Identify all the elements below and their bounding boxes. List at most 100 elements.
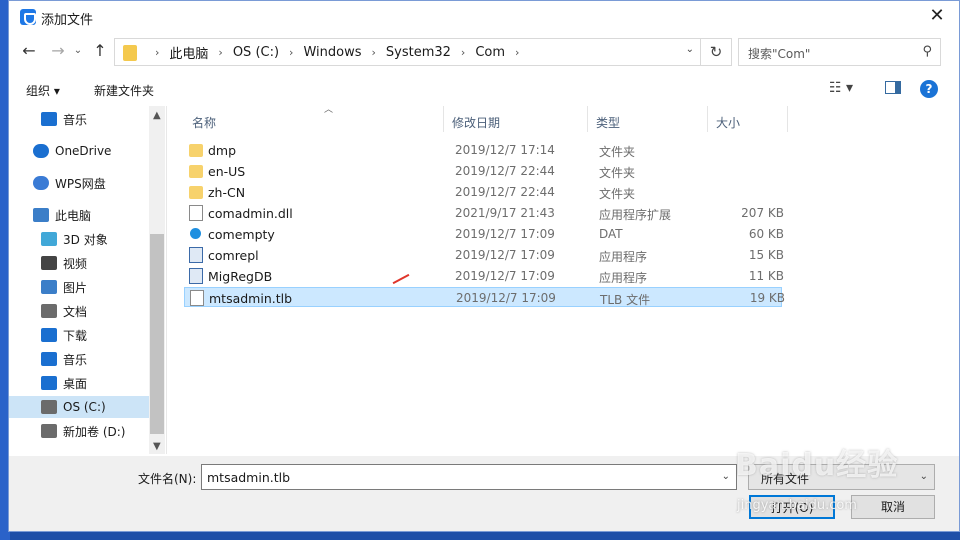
file-type: 应用程序 bbox=[599, 271, 648, 285]
file-type: TLB 文件 bbox=[600, 293, 651, 307]
file-row[interactable]: dmp 2019/12/7 17:14 文件夹 bbox=[184, 140, 782, 160]
back-arrow-icon[interactable]: ← bbox=[18, 40, 40, 62]
sidebar-item[interactable]: WPS网盘 bbox=[9, 172, 149, 194]
title-bar: 添加文件 ✕ bbox=[9, 1, 959, 33]
file-date: 2019/12/7 17:09 bbox=[456, 291, 556, 305]
navigation-pane: ▲ ▼ 音乐 OneDrive WPS网盘 此电脑 3D 对象 视频 图片 文档 下载 音乐 桌面 O… bbox=[9, 106, 165, 454]
address-bar[interactable]: › 此电脑 › OS (C:) › Windows › System32 › Com › ⌄ bbox=[114, 38, 701, 66]
application-icon bbox=[189, 268, 203, 284]
column-header-size[interactable]: 大小 bbox=[708, 106, 788, 132]
column-header-type[interactable]: 类型 bbox=[588, 106, 708, 132]
breadcrumb-separator-icon[interactable]: › bbox=[155, 46, 159, 59]
column-date-label: 修改日期 bbox=[452, 116, 501, 130]
column-name-label: 名称 bbox=[192, 116, 217, 130]
file-row[interactable]: comempty 2019/12/7 17:09 DAT 60 KB bbox=[184, 224, 784, 244]
file-size: 207 KB bbox=[741, 206, 784, 220]
sidebar-item-label: 新加卷 (D:) bbox=[63, 424, 126, 439]
filename-value: mtsadmin.tlb bbox=[207, 470, 291, 485]
filename-dropdown-icon[interactable]: ⌄ bbox=[722, 471, 730, 482]
breadcrumb-separator-icon[interactable]: › bbox=[515, 46, 519, 59]
breadcrumb-separator-icon[interactable]: › bbox=[371, 46, 375, 59]
sidebar-item[interactable]: 文档 bbox=[9, 300, 149, 322]
file-size: 60 KB bbox=[748, 227, 784, 241]
file-type: 应用程序扩展 bbox=[599, 208, 672, 222]
organize-menu[interactable]: 组织 ▾ bbox=[26, 82, 60, 99]
scroll-up-icon[interactable]: ▲ bbox=[153, 110, 161, 121]
scroll-thumb[interactable] bbox=[150, 234, 164, 434]
recent-locations-chevron-icon[interactable]: ⌄ bbox=[71, 40, 85, 62]
column-header-name[interactable]: 名称 ︿ bbox=[184, 105, 444, 132]
file-name: en-US bbox=[208, 164, 246, 179]
sidebar-item[interactable]: 音乐 bbox=[9, 348, 149, 370]
filetype-dropdown-icon[interactable]: ⌄ bbox=[920, 471, 928, 482]
file-date: 2021/9/17 21:43 bbox=[455, 206, 555, 220]
file-icon bbox=[189, 205, 203, 221]
cancel-button[interactable]: 取消 bbox=[851, 495, 935, 519]
refresh-button[interactable]: ↻ bbox=[701, 38, 732, 66]
cube-icon bbox=[41, 232, 57, 246]
sidebar-item[interactable]: 下载 bbox=[9, 324, 149, 346]
sidebar-item[interactable]: 视频 bbox=[9, 252, 149, 274]
breadcrumb-item[interactable]: System32 bbox=[386, 45, 451, 60]
sidebar-scrollbar[interactable]: ▲ ▼ bbox=[149, 106, 165, 454]
up-arrow-icon[interactable]: ↑ bbox=[89, 40, 111, 62]
file-row[interactable]: comadmin.dll 2021/9/17 21:43 应用程序扩展 207 KB bbox=[184, 203, 784, 223]
file-row[interactable]: zh-CN 2019/12/7 22:44 文件夹 bbox=[184, 182, 782, 202]
file-date: 2019/12/7 17:09 bbox=[455, 269, 555, 283]
file-name: dmp bbox=[208, 143, 237, 158]
column-type-label: 类型 bbox=[596, 116, 621, 130]
file-date: 2019/12/7 22:44 bbox=[455, 164, 555, 178]
file-name: MigRegDB bbox=[208, 269, 273, 284]
breadcrumb-item[interactable]: Com bbox=[475, 45, 505, 60]
download-icon bbox=[41, 328, 57, 342]
sidebar-item[interactable]: 新加卷 (D:) bbox=[9, 420, 149, 442]
search-placeholder: 搜索"Com" bbox=[748, 47, 811, 61]
file-type: 文件夹 bbox=[599, 187, 636, 201]
file-row[interactable]: mtsadmin.tlb 2019/12/7 17:09 TLB 文件 19 KB bbox=[184, 287, 785, 307]
file-row[interactable]: comrepl 2019/12/7 17:09 应用程序 15 KB bbox=[184, 245, 784, 265]
address-dropdown-icon[interactable]: ⌄ bbox=[686, 44, 694, 55]
breadcrumb-separator-icon[interactable]: › bbox=[218, 46, 222, 59]
sidebar-item-label: WPS网盘 bbox=[55, 176, 106, 191]
file-date: 2019/12/7 17:09 bbox=[455, 248, 555, 262]
sidebar-item-label: 3D 对象 bbox=[63, 232, 108, 247]
music-icon bbox=[41, 352, 57, 366]
new-folder-button[interactable]: 新建文件夹 bbox=[94, 82, 154, 99]
breadcrumb-item[interactable]: 此电脑 bbox=[169, 43, 208, 62]
file-row[interactable]: en-US 2019/12/7 22:44 文件夹 bbox=[184, 161, 782, 181]
file-list: 名称 ︿ 修改日期 类型 大小 dmp 2019/12/7 17:14 文件夹 en-… bbox=[166, 105, 959, 454]
sort-ascending-icon: ︿ bbox=[324, 105, 334, 115]
breadcrumb-item[interactable]: Windows bbox=[303, 45, 361, 60]
breadcrumb-separator-icon[interactable]: › bbox=[461, 46, 465, 59]
file-date: 2019/12/7 22:44 bbox=[455, 185, 555, 199]
picture-icon bbox=[41, 280, 57, 294]
file-date: 2019/12/7 17:09 bbox=[455, 227, 555, 241]
sidebar-item[interactable]: 音乐 bbox=[9, 108, 149, 130]
file-size: 11 KB bbox=[748, 269, 784, 283]
breadcrumb-item[interactable]: OS (C:) bbox=[233, 45, 279, 60]
command-bar: 组织 ▾ 新建文件夹 ☷ ▾ ? bbox=[9, 73, 959, 105]
sidebar-item[interactable]: 3D 对象 bbox=[9, 228, 149, 250]
forward-arrow-icon[interactable]: → bbox=[47, 40, 69, 62]
sidebar-item[interactable]: OS (C:) bbox=[9, 396, 149, 418]
close-button[interactable]: ✕ bbox=[925, 5, 949, 29]
breadcrumb-separator-icon[interactable]: › bbox=[289, 46, 293, 59]
sidebar-item[interactable]: 此电脑 bbox=[9, 204, 149, 226]
preview-pane-icon[interactable] bbox=[885, 81, 901, 94]
sidebar-item[interactable]: 桌面 bbox=[9, 372, 149, 394]
scroll-down-icon[interactable]: ▼ bbox=[153, 441, 161, 452]
view-options-icon[interactable]: ☷ ▾ bbox=[829, 80, 853, 96]
file-date: 2019/12/7 17:14 bbox=[455, 143, 555, 157]
filename-input[interactable]: mtsadmin.tlb ⌄ bbox=[201, 464, 737, 490]
sidebar-item-label: 桌面 bbox=[63, 376, 88, 391]
file-name: comempty bbox=[208, 227, 275, 242]
file-type: 文件夹 bbox=[599, 145, 636, 159]
sidebar-item-label: 音乐 bbox=[63, 112, 88, 127]
search-input[interactable]: 搜索"Com" ⚲ bbox=[738, 38, 941, 66]
file-row[interactable]: MigRegDB 2019/12/7 17:09 应用程序 11 KB bbox=[184, 266, 784, 286]
column-header-date[interactable]: 修改日期 bbox=[444, 106, 588, 132]
sidebar-item[interactable]: OneDrive bbox=[9, 140, 149, 162]
dialog-title: 添加文件 bbox=[41, 13, 94, 28]
help-icon[interactable]: ? bbox=[920, 80, 938, 98]
sidebar-item[interactable]: 图片 bbox=[9, 276, 149, 298]
